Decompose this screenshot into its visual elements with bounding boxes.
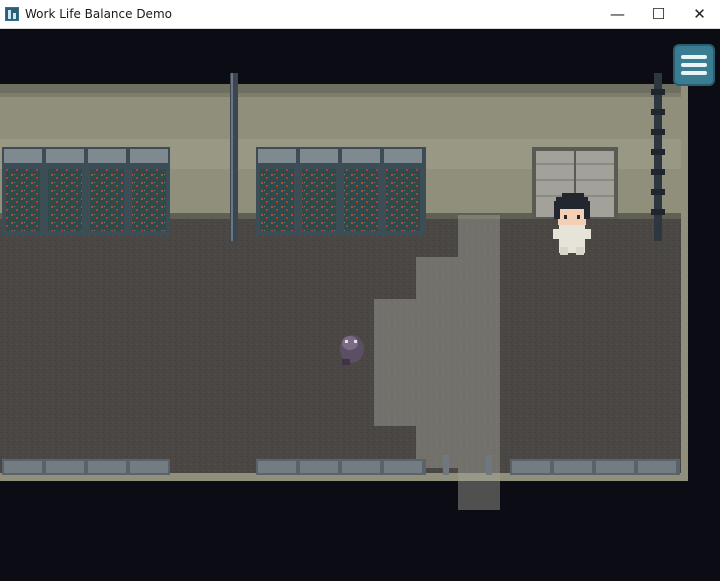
close-button[interactable]: ✕ [679,0,720,29]
server-racks-left [2,147,170,235]
maximize-button[interactable]: ☐ [638,0,679,29]
hamburger-menu-icon[interactable] [673,44,715,86]
server-racks-middle [256,147,426,235]
game-map[interactable] [0,29,720,581]
menu-line [681,63,707,67]
window-controls: — ☐ ✕ [597,0,720,29]
menu-line [681,55,707,59]
pipe-left [230,73,238,241]
right-wall-edge [681,84,688,481]
window-titlebar: Work Life Balance Demo — ☐ ✕ [0,0,720,29]
window-title: Work Life Balance Demo [25,7,172,21]
app-icon [5,7,19,21]
minimize-button[interactable]: — [597,0,638,29]
game-viewport[interactable] [0,29,720,581]
menu-line [681,71,707,75]
